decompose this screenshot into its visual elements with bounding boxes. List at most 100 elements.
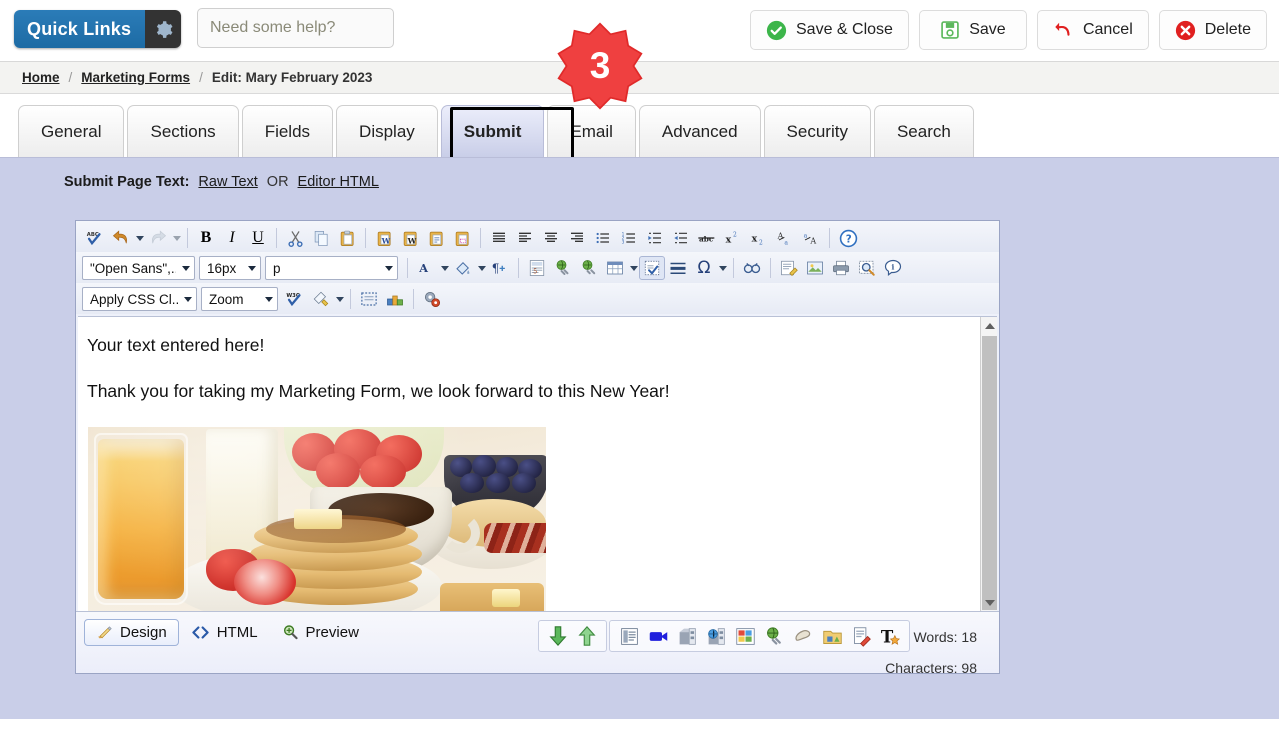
align-center-icon[interactable] — [538, 226, 564, 250]
web-box-icon[interactable] — [703, 623, 729, 649]
globe-link-icon[interactable] — [761, 623, 787, 649]
tab-submit[interactable]: Submit — [440, 105, 545, 157]
tab-email[interactable]: Email — [547, 105, 636, 157]
move-down-icon[interactable] — [545, 623, 571, 649]
paste-icon[interactable] — [334, 226, 360, 250]
css-class-select[interactable]: Apply CSS Cl... — [82, 287, 197, 311]
breadcrumb-marketing-forms-link[interactable]: Marketing Forms — [81, 70, 190, 85]
superscript-icon[interactable]: x2 — [720, 226, 746, 250]
source-edit-icon[interactable] — [776, 256, 802, 280]
underline-icon[interactable]: U — [245, 226, 271, 250]
templates-icon[interactable] — [382, 287, 408, 311]
save-and-close-button[interactable]: Save & Close — [750, 10, 909, 50]
preview-mode-button[interactable]: Preview — [270, 619, 371, 646]
tab-fields[interactable]: Fields — [241, 105, 334, 157]
insert-link-icon[interactable] — [550, 256, 576, 280]
uppercase-icon[interactable]: Aa — [772, 226, 798, 250]
text-color-dropdown-arrow[interactable] — [439, 256, 450, 280]
format-painter-dropdown-arrow[interactable] — [334, 287, 345, 311]
vertical-scrollbar[interactable] — [980, 317, 997, 611]
copy-icon[interactable] — [308, 226, 334, 250]
redo-dropdown-arrow[interactable] — [171, 226, 182, 250]
table-icon[interactable] — [602, 256, 628, 280]
settings-gears-icon[interactable] — [419, 287, 445, 311]
scroll-down-arrow[interactable] — [981, 594, 997, 611]
tab-display[interactable]: Display — [336, 105, 438, 157]
help-search-input[interactable] — [197, 8, 394, 48]
special-character-dropdown-arrow[interactable] — [717, 256, 728, 280]
move-up-icon[interactable] — [574, 623, 600, 649]
gallery-icon[interactable] — [732, 623, 758, 649]
indent-icon[interactable] — [642, 226, 668, 250]
raw-text-link[interactable]: Raw Text — [198, 174, 257, 190]
editor-html-link[interactable]: Editor HTML — [298, 174, 379, 190]
paste-special-icon[interactable] — [449, 226, 475, 250]
find-replace-icon[interactable] — [739, 256, 765, 280]
save-button[interactable]: Save — [918, 10, 1027, 50]
align-left-icon[interactable] — [512, 226, 538, 250]
tab-sections[interactable]: Sections — [127, 105, 239, 157]
strikethrough-icon[interactable]: abc — [694, 226, 720, 250]
scroll-up-arrow[interactable] — [981, 317, 997, 334]
background-color-dropdown-arrow[interactable] — [476, 256, 487, 280]
table-dropdown-arrow[interactable] — [628, 256, 639, 280]
design-mode-button[interactable]: Design — [84, 619, 179, 646]
paste-from-word-clean-icon[interactable]: W — [397, 226, 423, 250]
paste-as-text-icon[interactable] — [423, 226, 449, 250]
breadcrumb-home-link[interactable]: Home — [22, 70, 60, 85]
format-painter-icon[interactable] — [308, 287, 334, 311]
insert-image-icon[interactable] — [802, 256, 828, 280]
zoom-select[interactable]: Zoom — [201, 287, 278, 311]
delete-button[interactable]: Delete — [1158, 10, 1267, 50]
align-right-icon[interactable] — [564, 226, 590, 250]
checkbox-field-icon[interactable] — [639, 256, 665, 280]
redo-icon[interactable] — [145, 226, 171, 250]
preview-icon[interactable] — [854, 256, 880, 280]
paragraph-insert-icon[interactable]: ¶ — [487, 256, 513, 280]
print-icon[interactable] — [828, 256, 854, 280]
undo-icon[interactable] — [108, 226, 134, 250]
editor-body[interactable]: Your text entered here! Thank you for ta… — [78, 317, 997, 611]
special-character-icon[interactable]: Ω — [691, 256, 717, 280]
undo-dropdown-arrow[interactable] — [134, 226, 145, 250]
help-icon[interactable]: ? — [835, 226, 861, 250]
show-blocks-icon[interactable] — [356, 287, 382, 311]
numbered-list-icon[interactable]: 123 — [616, 226, 642, 250]
text-color-icon[interactable]: A — [413, 256, 439, 280]
html-mode-button[interactable]: HTML — [179, 619, 270, 646]
font-family-select[interactable]: "Open Sans",... — [82, 256, 195, 280]
form-list-icon[interactable] — [616, 623, 642, 649]
tab-general[interactable]: General — [18, 105, 125, 157]
unlink-icon[interactable] — [576, 256, 602, 280]
form-field-icon[interactable]: 5 — [524, 256, 550, 280]
breakfast-photo[interactable] — [88, 427, 546, 611]
subscript-icon[interactable]: x2 — [746, 226, 772, 250]
bulleted-list-icon[interactable] — [590, 226, 616, 250]
media-box-icon[interactable] — [674, 623, 700, 649]
paragraph-format-select[interactable]: p — [265, 256, 398, 280]
spellcheck-icon[interactable]: ABC — [82, 226, 108, 250]
italic-icon[interactable]: I — [219, 226, 245, 250]
outdent-icon[interactable] — [668, 226, 694, 250]
lowercase-icon[interactable]: aA — [798, 226, 824, 250]
scrollbar-thumb[interactable] — [982, 336, 997, 610]
justify-icon[interactable] — [486, 226, 512, 250]
folder-shapes-icon[interactable] — [819, 623, 845, 649]
tab-advanced[interactable]: Advanced — [638, 105, 761, 157]
editor-content-area[interactable]: Your text entered here! Thank you for ta… — [78, 316, 997, 611]
font-size-select[interactable]: 16px — [199, 256, 261, 280]
about-icon[interactable]: i — [880, 256, 906, 280]
document-edit-icon[interactable] — [848, 623, 874, 649]
paste-from-word-icon[interactable]: W — [371, 226, 397, 250]
cut-icon[interactable] — [282, 226, 308, 250]
bold-icon[interactable]: B — [193, 226, 219, 250]
tab-search[interactable]: Search — [873, 105, 974, 157]
clip-icon[interactable] — [790, 623, 816, 649]
quick-links-button[interactable]: Quick Links — [14, 10, 182, 48]
video-camera-icon[interactable] — [645, 623, 671, 649]
quick-links-gear-button[interactable] — [145, 10, 182, 48]
horizontal-rule-icon[interactable] — [665, 256, 691, 280]
tab-security[interactable]: Security — [763, 105, 871, 157]
background-color-icon[interactable] — [450, 256, 476, 280]
cancel-button[interactable]: Cancel — [1036, 10, 1149, 50]
